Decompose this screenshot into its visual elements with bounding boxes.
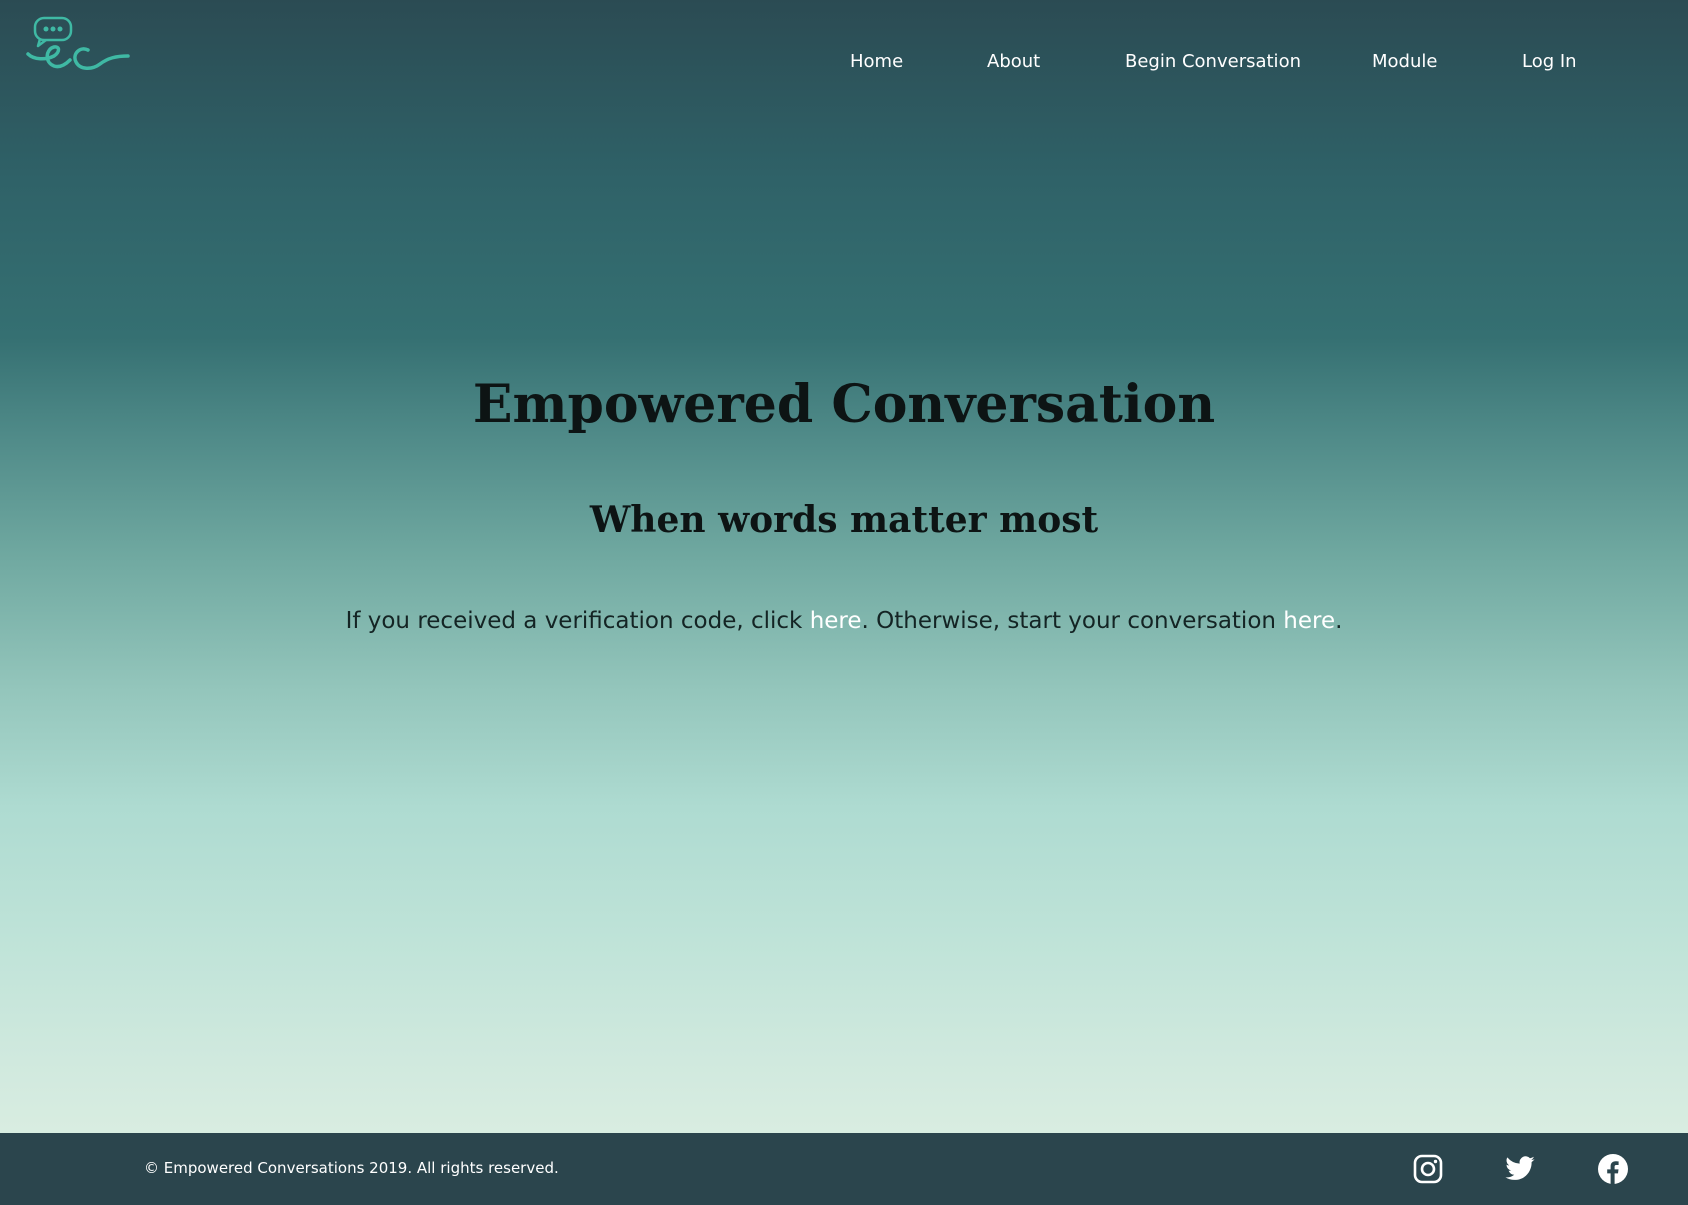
ec-logo-icon bbox=[26, 16, 130, 70]
hero-title: Empowered Conversation bbox=[472, 374, 1216, 435]
hero-text: If you received a verification code, cli… bbox=[0, 606, 1688, 636]
copyright-text: © Empowered Conversations 2019. All righ… bbox=[144, 1159, 559, 1177]
footer: © Empowered Conversations 2019. All righ… bbox=[0, 1133, 1688, 1205]
facebook-icon[interactable] bbox=[1597, 1153, 1629, 1185]
top-navigation: Home About Begin Conversation Module Log… bbox=[0, 0, 1688, 120]
hero-subtitle: When words matter most bbox=[589, 499, 1099, 541]
nav-begin-conversation[interactable]: Begin Conversation bbox=[1125, 50, 1301, 74]
instagram-icon[interactable] bbox=[1412, 1153, 1444, 1185]
twitter-icon[interactable] bbox=[1503, 1153, 1535, 1185]
page-background: Home About Begin Conversation Module Log… bbox=[0, 0, 1688, 1205]
logo[interactable] bbox=[26, 16, 132, 82]
hero-text-part2: . Otherwise, start your conversation bbox=[861, 608, 1284, 634]
nav-about[interactable]: About bbox=[987, 50, 1040, 74]
nav-log-in[interactable]: Log In bbox=[1522, 50, 1577, 74]
verification-code-link[interactable]: here bbox=[810, 608, 862, 634]
hero-text-part1: If you received a verification code, cli… bbox=[345, 608, 810, 634]
nav-home[interactable]: Home bbox=[850, 50, 903, 74]
nav-module[interactable]: Module bbox=[1372, 50, 1437, 74]
start-conversation-link[interactable]: here bbox=[1283, 608, 1335, 634]
hero-text-part3: . bbox=[1335, 608, 1343, 634]
